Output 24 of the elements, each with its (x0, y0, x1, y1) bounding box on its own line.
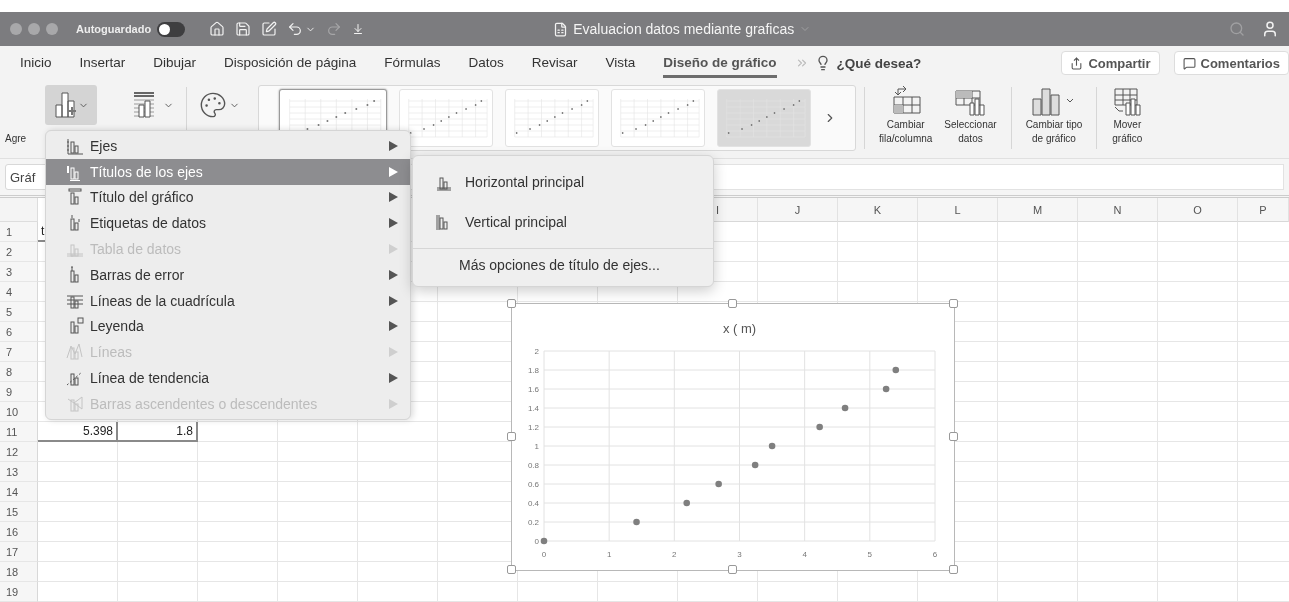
axis-tick-label: 6 (932, 550, 938, 559)
axis-tick-label: 2 (672, 550, 677, 559)
axis-tick-label: 1.6 (527, 385, 539, 394)
axis-tick-label: 0 (541, 550, 547, 559)
axis-tick-label: 5 (867, 550, 873, 559)
axis-tick-label: 3 (737, 550, 742, 559)
axis-tick-label: 1.8 (527, 366, 539, 375)
table-cell: 1.8 (118, 422, 198, 442)
axis-tick-label: 1 (534, 442, 539, 451)
axis-tick-label: 4 (802, 550, 807, 559)
axis-tick-label: 0.6 (527, 480, 539, 489)
axis-tick-label: 1.4 (527, 404, 539, 413)
add-chart-element-label: Agre (5, 133, 28, 144)
autosave-label: Autoguardado (76, 23, 152, 35)
axis-tick-label: 0 (534, 537, 539, 546)
axis-tick-label: 1 (606, 550, 612, 559)
window-title: Evaluacion datos mediante graficas (573, 21, 795, 37)
axis-tick-label: 0.8 (527, 461, 539, 470)
axis-tick-label: 2 (534, 347, 539, 356)
axis-tick-label: 0.2 (527, 518, 539, 527)
table-cell: 5.398 (38, 422, 118, 442)
axis-tick-label: 1.2 (527, 423, 539, 432)
chart-title: x ( m) (722, 321, 757, 336)
axis-tick-label: 0.4 (527, 499, 539, 508)
